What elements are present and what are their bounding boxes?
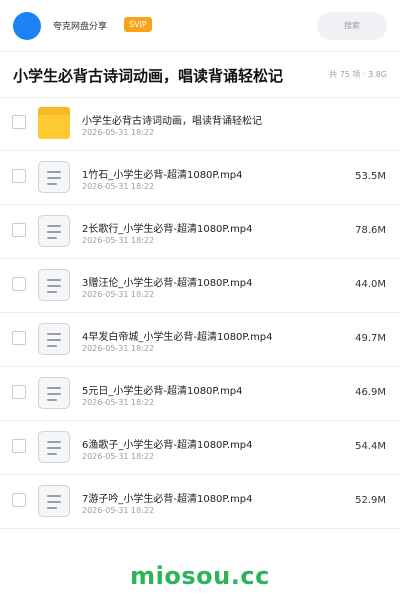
- item-size: 53.5M: [355, 171, 386, 182]
- item-size: 49.7M: [355, 333, 386, 344]
- item-name: 小学生必背古诗词动画，唱读背诵轻松记: [82, 116, 262, 127]
- select-checkbox[interactable]: [12, 223, 26, 237]
- file-list: 小学生必背古诗词动画，唱读背诵轻松记 2026-05-31 18:22 1竹石_…: [0, 97, 400, 529]
- item-size: 52.9M: [355, 495, 386, 506]
- svip-badge: SVIP: [124, 17, 152, 32]
- item-date: 2026-05-31 18:22: [82, 506, 155, 515]
- select-checkbox[interactable]: [12, 331, 26, 345]
- item-date: 2026-05-31 18:22: [82, 236, 155, 245]
- share-header: 夸克网盘分享 SVIP 搜索: [0, 0, 400, 52]
- item-name: 2长歌行_小学生必背-超清1080P.mp4: [82, 224, 253, 235]
- video-file-icon: [38, 323, 70, 355]
- video-file-icon: [38, 485, 70, 517]
- item-name: 4早发白帝城_小学生必背-超清1080P.mp4: [82, 332, 273, 343]
- video-file-icon: [38, 269, 70, 301]
- video-file-icon: [38, 215, 70, 247]
- avatar[interactable]: [13, 12, 41, 40]
- folder-icon: [38, 107, 70, 139]
- item-name: 3赠汪伦_小学生必背-超清1080P.mp4: [82, 278, 253, 289]
- video-file-icon: [38, 377, 70, 409]
- list-item[interactable]: 2长歌行_小学生必背-超清1080P.mp4 2026-05-31 18:22 …: [0, 205, 400, 259]
- list-item[interactable]: 1竹石_小学生必背-超清1080P.mp4 2026-05-31 18:22 5…: [0, 151, 400, 205]
- item-date: 2026-05-31 18:22: [82, 290, 155, 299]
- list-item[interactable]: 6渔歌子_小学生必背-超清1080P.mp4 2026-05-31 18:22 …: [0, 421, 400, 475]
- item-size: 44.0M: [355, 279, 386, 290]
- select-checkbox[interactable]: [12, 385, 26, 399]
- item-date: 2026-05-31 18:22: [82, 398, 155, 407]
- item-size: 78.6M: [355, 225, 386, 236]
- item-date: 2026-05-31 18:22: [82, 344, 155, 353]
- share-summary: 共 75 项 · 3.8G: [329, 70, 387, 79]
- list-item[interactable]: 3赠汪伦_小学生必背-超清1080P.mp4 2026-05-31 18:22 …: [0, 259, 400, 313]
- select-checkbox[interactable]: [12, 115, 26, 129]
- item-size: 46.9M: [355, 387, 386, 398]
- list-item[interactable]: 4早发白帝城_小学生必背-超清1080P.mp4 2026-05-31 18:2…: [0, 313, 400, 367]
- page-title: 小学生必背古诗词动画，唱读背诵轻松记: [13, 67, 284, 85]
- search-input[interactable]: 搜索: [317, 12, 387, 40]
- item-size: 54.4M: [355, 441, 386, 452]
- select-checkbox[interactable]: [12, 277, 26, 291]
- list-item[interactable]: 5元日_小学生必背-超清1080P.mp4 2026-05-31 18:22 4…: [0, 367, 400, 421]
- list-item[interactable]: 7游子吟_小学生必背-超清1080P.mp4 2026-05-31 18:22 …: [0, 475, 400, 529]
- item-name: 7游子吟_小学生必背-超清1080P.mp4: [82, 494, 253, 505]
- list-item-folder[interactable]: 小学生必背古诗词动画，唱读背诵轻松记 2026-05-31 18:22: [0, 97, 400, 151]
- item-date: 2026-05-31 18:22: [82, 128, 155, 137]
- select-checkbox[interactable]: [12, 169, 26, 183]
- uploader-name[interactable]: 夸克网盘分享: [53, 19, 107, 32]
- share-title-row: 小学生必背古诗词动画，唱读背诵轻松记 共 75 项 · 3.8G: [0, 52, 400, 98]
- item-date: 2026-05-31 18:22: [82, 452, 155, 461]
- select-checkbox[interactable]: [12, 493, 26, 507]
- video-file-icon: [38, 161, 70, 193]
- item-date: 2026-05-31 18:22: [82, 182, 155, 191]
- item-name: 6渔歌子_小学生必背-超清1080P.mp4: [82, 440, 253, 451]
- video-file-icon: [38, 431, 70, 463]
- select-checkbox[interactable]: [12, 439, 26, 453]
- watermark: miosou.cc: [130, 562, 270, 590]
- item-name: 5元日_小学生必背-超清1080P.mp4: [82, 386, 243, 397]
- item-name: 1竹石_小学生必背-超清1080P.mp4: [82, 170, 243, 181]
